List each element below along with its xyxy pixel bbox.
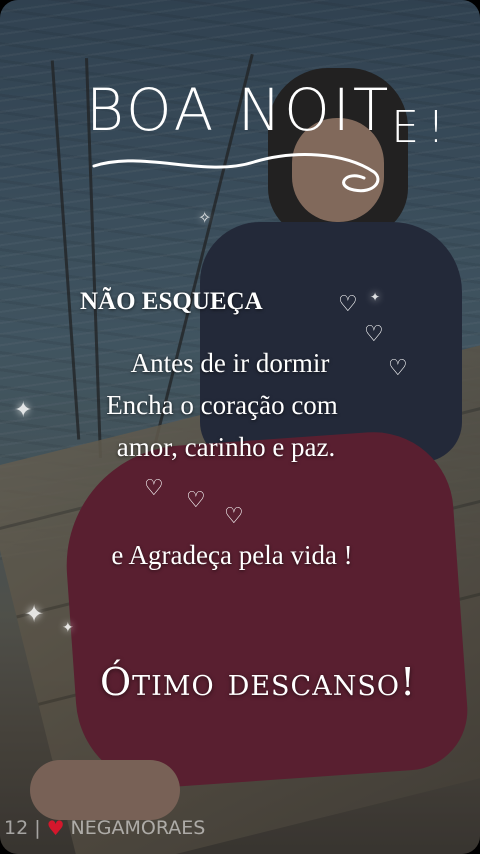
heart-outline-icon: ♡ [186,488,206,513]
heart-outline-icon: ♡ [338,292,358,317]
title-main: BOA NOIT [86,76,392,144]
message-line-3: amor, carinho e paz. [116,432,336,462]
message-line-2: Encha o coração com [106,390,338,420]
title-tail: E! [391,102,453,153]
heart-outline-icon: ♡ [364,322,384,347]
sparkle-icon: ✧ [198,208,212,227]
message-line-1: Antes de ir dormir [130,348,330,378]
separator: | [34,817,41,839]
page-number: 12 [4,817,29,839]
greeting-title: BOA NOITE! [86,76,453,153]
closing-text: Ótimo descanso! [100,660,417,704]
sparkle-icon: ✦ [24,600,45,628]
message-line-4: e Agradeça pela vida ! [111,540,353,570]
heart-outline-icon: ♡ [224,504,244,529]
sparkle-icon: ✦ [62,620,74,636]
watermark: 12 | ♥ NEGAMORAES [4,816,205,840]
sparkle-icon: ✦ [370,290,381,304]
subtitle: NÃO ESQUEÇA [80,288,263,315]
heart-outline-icon: ♡ [144,476,164,501]
story-card: ✦ ✦ ✦ ✦ ✧ BOA NOITE! NÃO ESQUEÇA ♡ ♡ ♡ A… [0,0,480,854]
heart-icon: ♥ [46,816,65,840]
swirl-decoration [92,153,380,193]
username: NEGAMORAES [70,817,206,839]
